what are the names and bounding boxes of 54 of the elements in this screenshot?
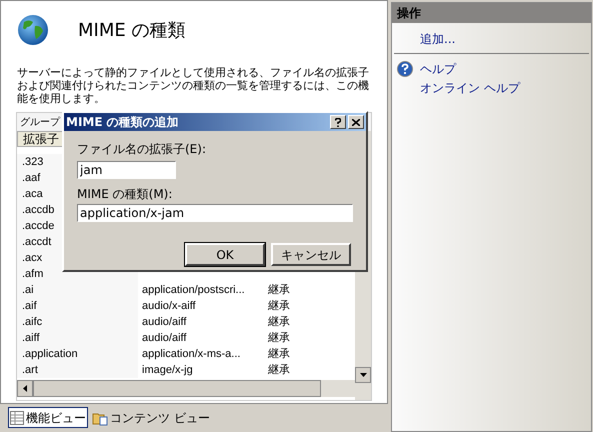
field-label: MIME の種類(M): <box>77 186 174 203</box>
action-link[interactable]: 追加... <box>420 30 456 48</box>
table-cell: image/x-jg <box>142 364 193 376</box>
table-cell-text: .aif <box>22 298 37 314</box>
extension-field[interactable]: jam <box>77 161 176 179</box>
table-cell-text: .application <box>22 346 78 362</box>
cancel-button[interactable]: キャンセル <box>271 243 351 266</box>
table-cell: audio/aiff <box>142 316 186 328</box>
table-cell: audio/aiff <box>142 332 186 344</box>
ok-button[interactable]: OK <box>185 243 265 266</box>
action-link[interactable]: オンライン ヘルプ <box>420 78 520 96</box>
table-cell-text: .aifc <box>22 314 42 330</box>
action-link[interactable]: ヘルプ <box>420 60 456 78</box>
table-cell: application/x-ms-a... <box>142 348 240 360</box>
table-cell-text: .aca <box>22 186 43 202</box>
close-button[interactable] <box>348 115 364 129</box>
help-button[interactable] <box>330 115 346 129</box>
table-cell-text: .aaf <box>22 170 40 186</box>
table-cell-text: .accdt <box>22 234 52 250</box>
dialog-title: MIME の種類の追加 <box>66 114 179 131</box>
scroll-left-button[interactable] <box>17 380 33 397</box>
table-cell: audio/x-aiff <box>142 300 196 312</box>
actions-title: 操作 <box>397 5 421 22</box>
question-mark-icon <box>335 118 341 126</box>
table-cell: 継承 <box>268 332 290 344</box>
close-icon <box>352 118 360 126</box>
help-icon <box>397 60 413 76</box>
table-cell: 継承 <box>268 364 290 376</box>
field-label: ファイル名の拡張子(E): <box>77 141 207 158</box>
mime-type-field[interactable]: application/x-jam <box>77 204 353 222</box>
left-arrow-icon <box>23 385 27 392</box>
grid-icon <box>10 410 24 424</box>
globe-icon <box>16 13 50 47</box>
table-cell: 継承 <box>268 348 290 360</box>
table-cell-text: .323 <box>22 154 44 170</box>
down-arrow-icon <box>360 373 366 377</box>
description: サーバーによって静的ファイルとして使用される、ファイル名の拡張子および関連付けられたコンテンツの種類の一覧を管理するには、この機能を使用します。 <box>17 67 370 106</box>
page-title: MIME の種類 <box>78 18 186 42</box>
table-cell: 継承 <box>268 284 290 296</box>
view-tab[interactable]: 機能ビュー <box>8 407 88 428</box>
table-cell-text: .acx <box>22 250 42 266</box>
table-cell-text: .aiff <box>22 330 40 346</box>
table-cell: application/postscri... <box>142 284 245 296</box>
table-cell-text: .afm <box>22 266 44 282</box>
scroll-down-button[interactable] <box>355 367 371 383</box>
table-cell: 継承 <box>268 300 290 312</box>
table-cell: 継承 <box>268 316 290 328</box>
table-cell-text: .accdb <box>22 202 54 218</box>
table-cell-text: .ai <box>22 282 34 298</box>
table-cell-text: .accde <box>22 218 54 234</box>
view-tab[interactable]: コンテンツ ビュー <box>90 407 212 428</box>
horizontal-scrollbar[interactable] <box>17 380 355 397</box>
group-label: グループ <box>20 116 60 130</box>
table-cell-text: .art <box>22 362 38 378</box>
